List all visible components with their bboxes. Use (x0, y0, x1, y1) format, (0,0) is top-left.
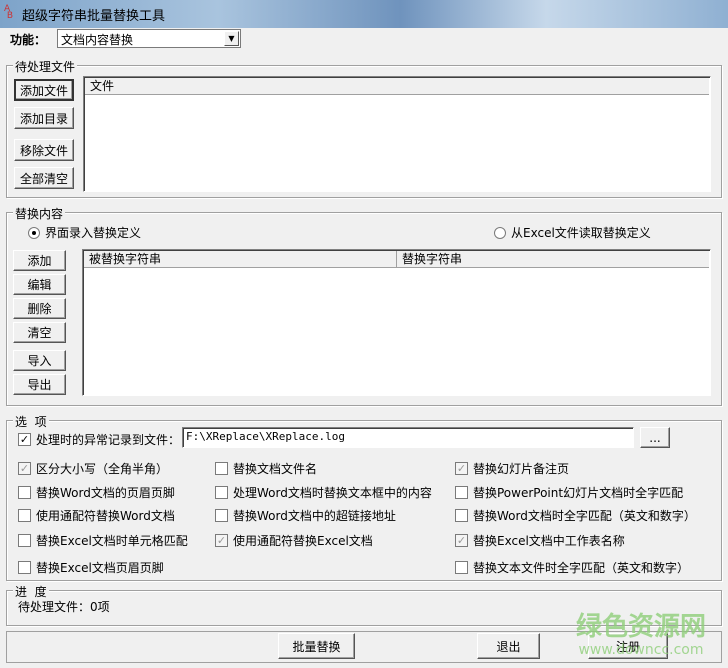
radio-ui-definition[interactable]: 界面录入替换定义 (28, 224, 141, 241)
checkbox-label: 替换Excel文档时单元格匹配 (36, 534, 188, 548)
checkbox-checked-icon: ✓ (18, 462, 31, 475)
checkbox-label: 替换Word文档的页眉页脚 (36, 486, 175, 500)
checkbox-label: 替换Word文档中的超链接地址 (233, 509, 396, 523)
export-button[interactable]: 导出 (13, 374, 66, 395)
checkbox-icon (455, 486, 468, 499)
window-title: 超级字符串批量替换工具 (22, 9, 166, 24)
checkbox-checked-icon: ✓ (455, 534, 468, 547)
checkbox-icon (18, 509, 31, 522)
chevron-down-icon[interactable]: ▼ (224, 31, 239, 46)
options-group-title: 选 项 (13, 413, 49, 430)
checkbox-label: 替换Word文档时全字匹配（英文和数字） (473, 509, 696, 523)
delete-button[interactable]: 删除 (13, 298, 66, 319)
batch-replace-button[interactable]: 批量替换 (278, 633, 355, 659)
app-icon: A B (4, 4, 14, 21)
option-checkbox[interactable]: ✓ 使用通配符替换Excel文档 (215, 532, 373, 549)
add-button[interactable]: 添加 (13, 250, 66, 271)
option-checkbox[interactable]: 替换Word文档中的超链接地址 (215, 507, 396, 524)
function-value: 文档内容替换 (61, 33, 134, 47)
edit-button[interactable]: 编辑 (13, 274, 66, 295)
option-checkbox[interactable]: 替换PowerPoint幻灯片文档时全字匹配 (455, 484, 683, 501)
watermark: 绿色资源网 www.downcc.com (576, 612, 706, 658)
browse-button[interactable]: ... (640, 427, 670, 448)
checkbox-checked-icon: ✓ (215, 534, 228, 547)
option-checkbox[interactable]: 替换文本文件时全字匹配（英文和数字） (455, 559, 689, 576)
option-checkbox[interactable]: 替换Excel文档页眉页脚 (18, 559, 164, 576)
add-file-button[interactable]: 添加文件 (14, 79, 74, 101)
option-checkbox[interactable]: ✓ 替换幻灯片备注页 (455, 460, 569, 477)
replace-group-title: 替换内容 (13, 205, 66, 222)
checkbox-label: 替换Excel文档页眉页脚 (36, 561, 164, 575)
checkbox-icon (18, 486, 31, 499)
checkbox-label: 区分大小写（全角半角） (36, 462, 169, 476)
function-label: 功能： (10, 33, 47, 47)
checkbox-icon (215, 462, 228, 475)
log-errors-checkbox[interactable]: ✓ 处理时的异常记录到文件： (18, 431, 180, 448)
option-checkbox[interactable]: 替换Word文档时全字匹配（英文和数字） (455, 507, 696, 524)
find-column-header[interactable]: 被替换字符串 (84, 251, 397, 268)
option-checkbox[interactable]: 替换Excel文档时单元格匹配 (18, 532, 188, 549)
checkbox-label: 替换文档文件名 (233, 462, 318, 476)
option-checkbox[interactable]: 替换文档文件名 (215, 460, 317, 477)
watermark-name: 绿色资源网 (575, 612, 706, 642)
clear-button[interactable]: 清空 (13, 322, 66, 343)
replace-list[interactable]: 被替换字符串 替换字符串 (82, 249, 711, 396)
exit-button[interactable]: 退出 (477, 633, 540, 659)
clear-all-button[interactable]: 全部清空 (14, 167, 74, 189)
checkbox-checked-icon: ✓ (18, 433, 31, 446)
add-folder-button[interactable]: 添加目录 (14, 107, 74, 129)
radio-excel-definition[interactable]: 从Excel文件读取替换定义 (494, 224, 651, 241)
progress-status: 待处理文件：0项 (18, 600, 110, 614)
checkbox-icon (455, 561, 468, 574)
function-select[interactable]: 文档内容替换 ▼ (57, 29, 241, 48)
checkbox-label: 替换文本文件时全字匹配（英文和数字） (473, 561, 690, 575)
option-checkbox[interactable]: ✓ 区分大小写（全角半角） (18, 460, 168, 477)
checkbox-label: 替换Excel文档中工作表名称 (473, 534, 625, 548)
option-checkbox[interactable]: ✓ 替换Excel文档中工作表名称 (455, 532, 625, 549)
radio-label: 从Excel文件读取替换定义 (511, 226, 651, 240)
option-checkbox[interactable]: 使用通配符替换Word文档 (18, 507, 175, 524)
watermark-url: www.downcc.com (578, 642, 704, 658)
replace-column-header[interactable]: 替换字符串 (397, 251, 709, 268)
radio-icon (28, 226, 40, 239)
option-checkbox[interactable]: 处理Word文档时替换文本框中的内容 (215, 484, 432, 501)
remove-file-button[interactable]: 移除文件 (14, 139, 74, 161)
checkbox-label: 替换幻灯片备注页 (473, 462, 570, 476)
checkbox-label: 处理Word文档时替换文本框中的内容 (233, 486, 432, 500)
radio-label: 界面录入替换定义 (45, 226, 142, 240)
option-checkbox[interactable]: 替换Word文档的页眉页脚 (18, 484, 175, 501)
radio-icon (494, 226, 506, 239)
checkbox-icon (215, 486, 228, 499)
checkbox-label: 使用通配符替换Excel文档 (233, 534, 373, 548)
checkbox-checked-icon: ✓ (455, 462, 468, 475)
file-column-header[interactable]: 文件 (85, 78, 709, 95)
import-button[interactable]: 导入 (13, 350, 66, 371)
file-list[interactable]: 文件 (83, 76, 711, 192)
files-group-title: 待处理文件 (13, 58, 78, 75)
log-path-input[interactable]: F:\XReplace\XReplace.log (182, 427, 634, 448)
checkbox-icon (18, 561, 31, 574)
checkbox-label: 替换PowerPoint幻灯片文档时全字匹配 (473, 486, 684, 500)
checkbox-label: 处理时的异常记录到文件： (36, 433, 181, 447)
checkbox-icon (215, 509, 228, 522)
checkbox-label: 使用通配符替换Word文档 (36, 509, 175, 523)
checkbox-icon (455, 509, 468, 522)
checkbox-icon (18, 534, 31, 547)
